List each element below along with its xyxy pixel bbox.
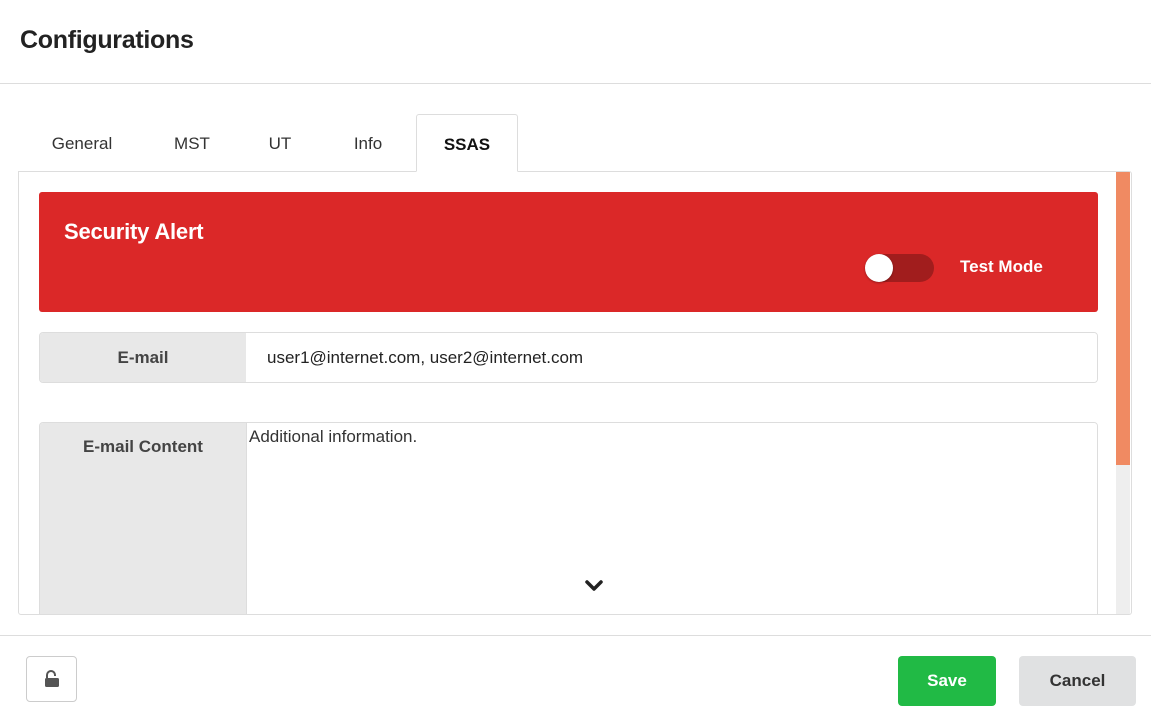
- tab-general[interactable]: General: [20, 114, 144, 172]
- test-mode-label: Test Mode: [960, 257, 1043, 276]
- scrollbar[interactable]: [1116, 172, 1130, 614]
- tab-info[interactable]: Info: [320, 114, 416, 172]
- email-content-label: E-mail Content: [40, 423, 246, 614]
- toggle-knob: [865, 254, 893, 282]
- lock-button[interactable]: [26, 656, 77, 702]
- tab-mst[interactable]: MST: [144, 114, 240, 172]
- page-title: Configurations: [20, 26, 194, 54]
- dialog-footer: Save Cancel: [0, 635, 1151, 711]
- chevron-down-icon[interactable]: [584, 578, 604, 594]
- tab-bar: General MST UT Info SSAS: [20, 114, 518, 172]
- email-label: E-mail: [40, 333, 246, 382]
- save-button[interactable]: Save: [898, 656, 996, 706]
- email-row: E-mail: [39, 332, 1098, 383]
- email-field[interactable]: [246, 333, 1097, 382]
- email-content-row: E-mail Content Additional information.: [39, 422, 1098, 614]
- email-content-textarea[interactable]: Additional information.: [246, 423, 1097, 614]
- tab-ssas[interactable]: SSAS: [416, 114, 518, 172]
- alert-title: Security Alert: [64, 219, 204, 244]
- tab-ut[interactable]: UT: [240, 114, 320, 172]
- page-header: Configurations: [0, 0, 1151, 84]
- scrollbar-thumb[interactable]: [1116, 172, 1130, 465]
- cancel-button[interactable]: Cancel: [1019, 656, 1136, 706]
- unlock-icon: [45, 670, 59, 687]
- test-mode-toggle[interactable]: [865, 254, 934, 282]
- security-alert-banner: Security Alert Test Mode: [39, 192, 1098, 312]
- tab-panel-ssas: Security Alert Test Mode E-mail E-mail C…: [18, 171, 1132, 615]
